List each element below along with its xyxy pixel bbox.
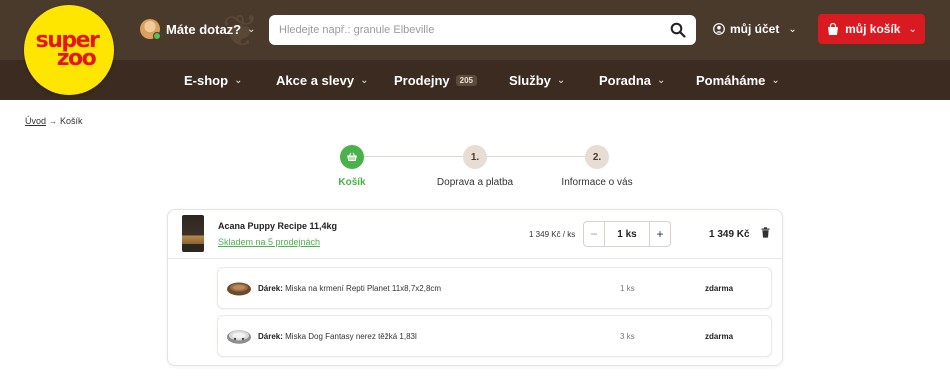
quantity-value[interactable]: 1 ks bbox=[605, 229, 649, 240]
gift-name: Dárek: Miska na krmení Repti Planet 11x8… bbox=[258, 284, 442, 293]
step-cart-label: Košík bbox=[338, 177, 366, 188]
nav-item-eshop[interactable]: E-shop ⌄ bbox=[184, 60, 242, 100]
gift-price: zdarma bbox=[705, 284, 734, 293]
reptile-bowl-image bbox=[227, 282, 251, 296]
dog-bowl-image bbox=[227, 330, 251, 344]
superzoo-logo[interactable]: super zoo bbox=[24, 5, 114, 95]
chevron-down-icon: ⌄ bbox=[788, 23, 797, 35]
cart-label: můj košík bbox=[845, 22, 901, 36]
divider bbox=[167, 258, 783, 259]
user-icon bbox=[713, 23, 725, 35]
cart-button[interactable]: můj košík ⌄ bbox=[818, 14, 925, 44]
gift-name: Dárek: Miska Dog Fantasy nerez těžká 1,8… bbox=[258, 332, 417, 341]
account-button[interactable]: můj účet ⌄ bbox=[713, 22, 797, 36]
chevron-down-icon: ⌄ bbox=[234, 74, 243, 86]
unit-price: 1 349 Kč / ks bbox=[529, 230, 576, 239]
shopping-bag-icon bbox=[828, 22, 839, 35]
chevron-down-icon: ⌄ bbox=[657, 74, 666, 86]
quantity-increase-button[interactable]: + bbox=[649, 222, 670, 246]
gift-quantity: 1 ks bbox=[620, 284, 635, 293]
store-count-badge: 205 bbox=[455, 74, 477, 86]
chevron-down-icon: ⌄ bbox=[360, 74, 369, 86]
step-info-circle[interactable]: 2. bbox=[585, 145, 609, 169]
chevron-down-icon: ⌄ bbox=[908, 23, 917, 35]
breadcrumb-current: Košík bbox=[60, 116, 83, 126]
product-image[interactable] bbox=[182, 215, 204, 252]
search-input[interactable] bbox=[279, 24, 670, 36]
breadcrumb-home-link[interactable]: Úvod bbox=[25, 116, 46, 126]
nav-item-poradna[interactable]: Poradna ⌄ bbox=[599, 60, 665, 100]
chevron-down-icon: ⌄ bbox=[247, 23, 256, 35]
help-button[interactable]: Máte dotaz? ⌄ bbox=[140, 19, 256, 40]
account-label: můj účet bbox=[730, 22, 780, 36]
item-total-price: 1 349 Kč bbox=[709, 229, 750, 240]
search-icon[interactable] bbox=[670, 22, 686, 38]
quantity-stepper: − 1 ks + bbox=[583, 221, 671, 247]
step-connector bbox=[487, 156, 597, 157]
breadcrumb: Úvod → Košík bbox=[25, 116, 83, 126]
nav-item-pomahame[interactable]: Pomáháme ⌄ bbox=[696, 60, 780, 100]
gift-item: Dárek: Miska Dog Fantasy nerez těžká 1,8… bbox=[217, 315, 772, 357]
nav-item-akce-a-slevy[interactable]: Akce a slevy ⌄ bbox=[276, 60, 368, 100]
nav-item-sluzby[interactable]: Služby ⌄ bbox=[509, 60, 565, 100]
step-connector bbox=[364, 156, 474, 157]
step-shipping-circle[interactable]: 1. bbox=[463, 145, 487, 169]
quantity-decrease-button[interactable]: − bbox=[584, 222, 605, 246]
chevron-down-icon: ⌄ bbox=[771, 74, 780, 86]
chevron-down-icon: ⌄ bbox=[556, 74, 566, 86]
basket-icon bbox=[347, 152, 357, 161]
search-bar bbox=[269, 15, 696, 45]
arrow-right-icon: → bbox=[49, 116, 58, 126]
support-avatar bbox=[140, 19, 161, 40]
step-info-label: Informace o vás bbox=[561, 177, 633, 188]
nav-item-prodejny[interactable]: Prodejny 205 bbox=[394, 60, 477, 100]
stock-availability-link[interactable]: Skladem na 5 prodejnách bbox=[218, 237, 320, 247]
help-label: Máte dotaz? bbox=[166, 21, 242, 37]
gift-item: Dárek: Miska na krmení Repti Planet 11x8… bbox=[217, 267, 772, 309]
step-cart-circle[interactable] bbox=[340, 145, 364, 169]
product-name[interactable]: Acana Puppy Recipe 11,4kg bbox=[218, 221, 337, 231]
gift-price: zdarma bbox=[705, 332, 734, 341]
gift-quantity: 3 ks bbox=[620, 332, 635, 341]
step-shipping-label: Doprava a platba bbox=[436, 177, 514, 188]
trash-icon[interactable] bbox=[761, 227, 770, 238]
